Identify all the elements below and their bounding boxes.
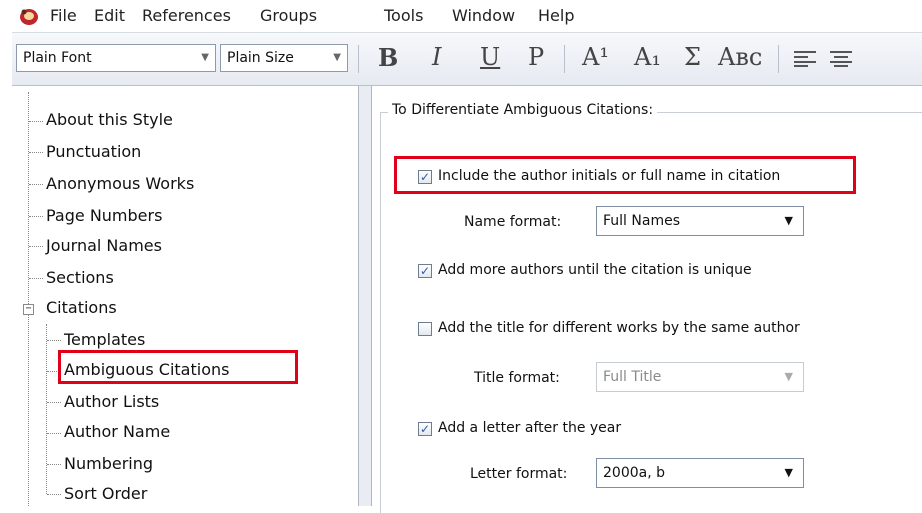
superscript-button[interactable]: A¹	[582, 43, 609, 71]
tree-item-about-this-style[interactable]: About this Style	[46, 110, 173, 129]
collapse-icon[interactable]: −	[23, 304, 34, 315]
group-title: To Differentiate Ambiguous Citations:	[388, 102, 658, 118]
add-title-label: Add the title for different works by the…	[438, 320, 800, 336]
menu-tools[interactable]: Tools	[384, 6, 423, 25]
tree-connector	[29, 121, 43, 122]
tree-item-anonymous-works[interactable]: Anonymous Works	[46, 174, 194, 193]
add-letter-label: Add a letter after the year	[438, 420, 622, 436]
name-format-value: Full Names	[603, 213, 680, 229]
tree-line	[28, 92, 29, 308]
chevron-down-icon: ▼	[201, 52, 209, 63]
bold-button[interactable]: B	[378, 43, 398, 72]
tree-connector	[29, 216, 43, 217]
size-combo[interactable]: Plain Size ▼	[220, 44, 348, 72]
tree-item-journal-names[interactable]: Journal Names	[46, 236, 162, 255]
menu-edit[interactable]: Edit	[94, 6, 125, 25]
tree-connector	[29, 246, 43, 247]
tree-item-author-lists[interactable]: Author Lists	[64, 392, 159, 411]
add-letter-checkbox[interactable]: ✓	[418, 422, 432, 436]
title-format-value: Full Title	[603, 369, 662, 385]
app-logo-icon	[20, 9, 38, 25]
tree-connector	[29, 278, 43, 279]
add-title-checkbox[interactable]	[418, 322, 432, 336]
style-sections-tree: About this Style Punctuation Anonymous W…	[12, 86, 359, 506]
menu-file[interactable]: File	[50, 6, 77, 25]
letter-format-label: Letter format:	[470, 466, 568, 482]
tree-item-templates[interactable]: Templates	[64, 330, 145, 349]
menu-help[interactable]: Help	[538, 6, 574, 25]
font-combo-value: Plain Font	[23, 50, 92, 66]
name-format-select[interactable]: Full Names ▼	[596, 206, 804, 236]
menu-references[interactable]: References	[142, 6, 231, 25]
letter-format-value: 2000a, b	[603, 465, 665, 481]
smallcaps-button[interactable]: Aʙᴄ	[718, 43, 762, 71]
highlight-box	[58, 350, 298, 384]
tree-item-sort-order[interactable]: Sort Order	[64, 484, 147, 503]
chevron-down-icon: ▼	[784, 214, 793, 227]
chevron-down-icon: ▼	[784, 466, 793, 479]
tree-connector	[47, 464, 61, 465]
name-format-label: Name format:	[464, 214, 562, 230]
title-format-label: Title format:	[474, 370, 560, 386]
menu-window[interactable]: Window	[452, 6, 515, 25]
chevron-down-icon: ▼	[333, 52, 341, 63]
tree-connector	[29, 184, 43, 185]
tree-line	[46, 324, 47, 494]
pane-splitter[interactable]	[359, 86, 372, 506]
title-format-select[interactable]: Full Title ▼	[596, 362, 804, 392]
tree-item-page-numbers[interactable]: Page Numbers	[46, 206, 162, 225]
size-combo-value: Plain Size	[227, 50, 294, 66]
align-center-icon[interactable]	[830, 51, 852, 67]
app-window: File Edit References Groups Tools Window…	[12, 0, 922, 513]
menu-groups[interactable]: Groups	[260, 6, 317, 25]
font-combo[interactable]: Plain Font ▼	[16, 44, 216, 72]
italic-button[interactable]: I	[432, 43, 441, 71]
align-left-icon[interactable]	[794, 51, 816, 67]
tree-connector	[47, 340, 61, 341]
add-more-authors-checkbox[interactable]: ✓	[418, 264, 432, 278]
subscript-button[interactable]: A₁	[634, 43, 661, 71]
toolbar-separator	[564, 45, 565, 73]
plain-button[interactable]: P	[528, 43, 544, 71]
tree-item-citations[interactable]: Citations	[46, 298, 117, 317]
highlight-box	[394, 156, 856, 194]
toolbar-separator	[358, 45, 359, 73]
menu-bar: File Edit References Groups Tools Window…	[12, 0, 922, 33]
tree-connector	[47, 433, 61, 434]
toolbar-separator	[778, 45, 779, 73]
tree-connector	[29, 152, 43, 153]
tree-item-author-name[interactable]: Author Name	[64, 422, 170, 441]
tree-item-punctuation[interactable]: Punctuation	[46, 142, 141, 161]
format-toolbar: Plain Font ▼ Plain Size ▼ B I U P A¹ A₁ …	[12, 33, 922, 86]
add-more-authors-label: Add more authors until the citation is u…	[438, 262, 752, 278]
underline-button[interactable]: U	[480, 43, 500, 71]
tree-connector	[47, 402, 61, 403]
tree-connector	[47, 494, 61, 495]
letter-format-select[interactable]: 2000a, b ▼	[596, 458, 804, 488]
tree-line	[28, 312, 29, 506]
tree-item-sections[interactable]: Sections	[46, 268, 114, 287]
chevron-down-icon: ▼	[784, 370, 793, 383]
tree-item-numbering[interactable]: Numbering	[64, 454, 153, 473]
symbol-button[interactable]: Σ	[684, 43, 701, 71]
ambiguous-citations-panel: To Differentiate Ambiguous Citations: ✓ …	[372, 86, 922, 513]
